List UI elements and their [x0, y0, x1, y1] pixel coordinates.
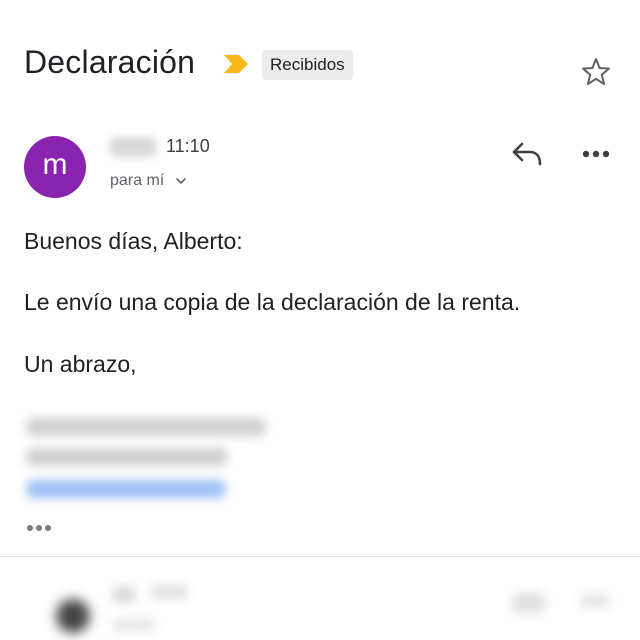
message-time: 11:10: [166, 136, 210, 156]
signature-link-redacted[interactable]: [26, 480, 226, 498]
sender-avatar[interactable]: m: [24, 136, 86, 198]
body-greeting: Buenos días, Alberto:: [24, 228, 243, 254]
sender-name-redacted[interactable]: [110, 137, 156, 157]
label-chip-inbox[interactable]: Recibidos: [262, 50, 353, 80]
email-view: Declaración Recibidos m 11:10 para mí Bu…: [0, 0, 640, 640]
next-recipient-redacted: [112, 619, 156, 631]
more-options-icon[interactable]: [581, 148, 611, 160]
signature-line-redacted: [26, 448, 228, 466]
recipient-details[interactable]: para mí: [110, 172, 187, 190]
email-subject: Declaración: [24, 44, 196, 80]
chevron-down-icon: [175, 177, 186, 184]
recipient-label: para mí: [110, 172, 165, 189]
important-marker-icon[interactable]: [222, 53, 250, 75]
body-closing: Un abrazo,: [24, 351, 137, 377]
next-message-avatar: [56, 599, 90, 633]
next-more-icon: [580, 595, 610, 607]
star-icon[interactable]: [580, 56, 612, 88]
next-sender-redacted: [112, 587, 136, 603]
next-reply-icon: [512, 593, 546, 613]
body-content: Le envío una copia de la declaración de …: [24, 289, 521, 315]
reply-icon[interactable]: [510, 140, 544, 168]
signature-line-redacted: [26, 418, 266, 436]
show-trimmed-content-icon[interactable]: [26, 522, 54, 534]
next-message-redacted[interactable]: [0, 557, 640, 640]
next-time-redacted: [150, 585, 188, 599]
